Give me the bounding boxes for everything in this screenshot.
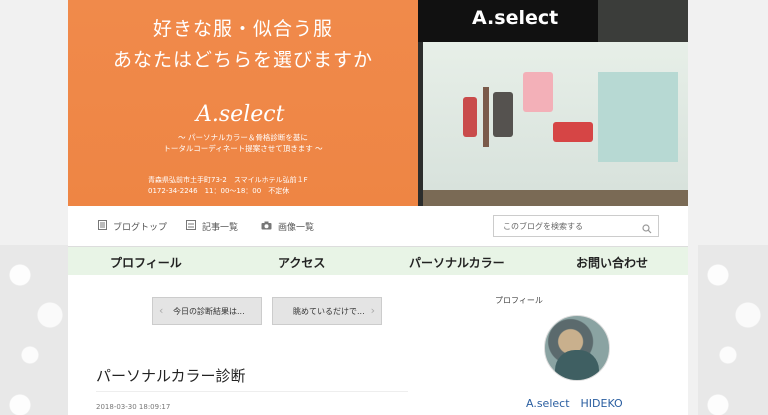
background-pattern-right	[698, 245, 768, 415]
header-address-line1: 青森県弘前市土手町73-2 スマイルホテル弘前１F	[148, 176, 308, 184]
header-text-panel: 好きな服・似合う服 あなたはどちらを選びますか A.select 〜 パーソナル…	[68, 0, 418, 206]
nav-link-articles[interactable]: 記事一覧	[186, 220, 238, 233]
camera-icon	[261, 221, 272, 233]
article-title[interactable]: パーソナルカラー診断	[96, 365, 246, 386]
divider	[96, 391, 408, 392]
blog-search-input[interactable]: このブログを検索する	[493, 215, 659, 237]
brand-logo: A.select	[196, 102, 285, 127]
store-sign-text: A.select	[472, 7, 559, 29]
header-description-line2: トータルコーディネート提案させて頂きます 〜	[163, 144, 323, 153]
store-sign: A.select	[418, 0, 598, 42]
blog-navbar: ブログトップ 記事一覧 画像一覧 このブログを検索する	[68, 206, 688, 247]
store-window	[423, 42, 688, 190]
chevron-right-icon: ›	[370, 304, 375, 317]
nav-link-images-label: 画像一覧	[278, 223, 315, 233]
menu-item-contact[interactable]: お問い合わせ	[576, 254, 648, 271]
next-post-button[interactable]: 眺めているだけで... ›	[272, 297, 382, 325]
prev-post-label: 今日の診断結果は...	[173, 307, 245, 316]
main-content: ‹ 今日の診断結果は... 眺めているだけで... › パーソナルカラー診断 2…	[68, 275, 688, 415]
header-address-line2: 0172-34-2246 11：00〜18：00 不定休	[148, 187, 290, 195]
nav-link-images[interactable]: 画像一覧	[261, 220, 314, 233]
nav-link-blog-top[interactable]: ブログトップ	[98, 220, 167, 233]
header-tagline-line2: あなたはどちらを選びますか	[112, 49, 373, 71]
menu-item-personal-color[interactable]: パーソナルカラー	[409, 254, 505, 271]
background-pattern-left	[0, 245, 70, 415]
next-post-label: 眺めているだけで...	[293, 307, 365, 316]
article-date: 2018-03-30 18:09:17	[96, 403, 171, 411]
menu-item-access[interactable]: アクセス	[278, 254, 325, 271]
store-photo: A.select	[418, 0, 688, 206]
prev-post-button[interactable]: ‹ 今日の診断結果は...	[152, 297, 262, 325]
blog-header-banner[interactable]: 好きな服・似合う服 あなたはどちらを選びますか A.select 〜 パーソナル…	[68, 0, 688, 206]
search-placeholder: このブログを検索する	[503, 222, 583, 231]
header-description-line1: 〜 パーソナルカラー＆骨格診断を基に	[178, 133, 308, 142]
nav-link-blog-top-label: ブログトップ	[113, 223, 168, 233]
sidebar-profile-title: プロフィール	[495, 296, 543, 305]
search-icon[interactable]	[642, 219, 652, 234]
menu-item-profile[interactable]: プロフィール	[110, 254, 182, 271]
document-icon	[98, 220, 107, 233]
header-tagline-line1: 好きな服・似合う服	[152, 18, 333, 40]
profile-name-link[interactable]: A.select HIDEKO	[526, 395, 623, 411]
nav-link-articles-label: 記事一覧	[202, 223, 239, 233]
avatar[interactable]	[544, 315, 610, 381]
list-icon	[186, 220, 196, 233]
chevron-left-icon: ‹	[159, 304, 164, 317]
main-menu: プロフィール アクセス パーソナルカラー お問い合わせ	[68, 247, 688, 275]
